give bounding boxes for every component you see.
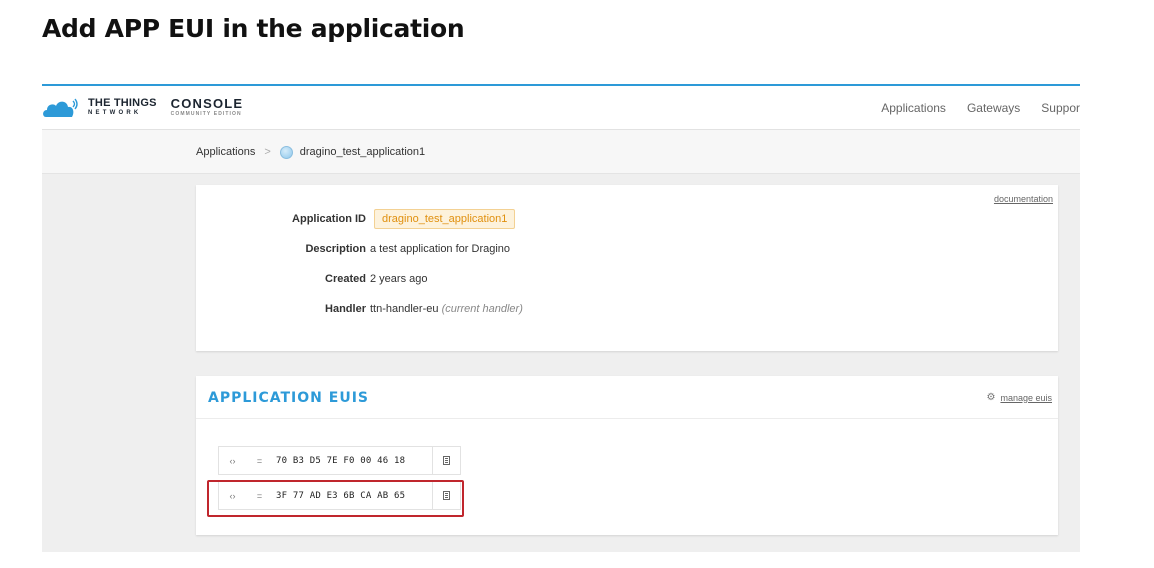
cloud-icon (42, 95, 80, 119)
console-screenshot: THE THINGS NETWORK CONSOLE COMMUNITY EDI… (42, 84, 1080, 552)
format-icon[interactable]: = (246, 482, 273, 509)
info-row-created: Created 2 years ago (196, 268, 427, 290)
console-main-text: CONSOLE (170, 96, 244, 111)
breadcrumb-bar: Applications > dragino_test_application1 (42, 130, 1080, 174)
created-label: Created (325, 273, 366, 285)
breadcrumb-separator: > (264, 146, 271, 158)
manage-euis-label: manage euis (1000, 392, 1052, 403)
logo-wordmark: THE THINGS NETWORK (88, 97, 157, 117)
breadcrumb-applications[interactable]: Applications (196, 146, 255, 158)
info-row-handler: Handler ttn-handler-eu (current handler) (196, 298, 523, 320)
document-title: Add APP EUI in the application (42, 14, 465, 43)
application-id-label: Application ID (292, 213, 366, 225)
eui-row: ‹› = 3F 77 AD E3 6B CA AB 65 (218, 481, 461, 510)
navbar: THE THINGS NETWORK CONSOLE COMMUNITY EDI… (42, 86, 1080, 130)
nav-applications[interactable]: Applications (881, 101, 946, 115)
gear-icon: ⚙ (986, 392, 996, 403)
application-euis-card: APPLICATION EUIS ⚙ manage euis ‹› = 70 B… (196, 376, 1058, 535)
info-row-description: Description a test application for Dragi… (196, 238, 510, 260)
copy-button[interactable] (432, 482, 460, 509)
description-label: Description (305, 243, 366, 255)
info-row-application-id: Application ID dragino_test_application1 (196, 208, 516, 230)
toggle-byte-order-icon[interactable]: ‹› (219, 447, 246, 474)
euis-title: APPLICATION EUIS (208, 390, 369, 406)
breadcrumb: Applications > dragino_test_application1 (196, 130, 425, 174)
ttn-logo[interactable]: THE THINGS NETWORK CONSOLE COMMUNITY EDI… (42, 94, 243, 120)
created-value: 2 years ago (370, 273, 428, 285)
console-sub-text: COMMUNITY EDITION (170, 111, 242, 117)
nav-links: Applications Gateways Suppor (881, 86, 1080, 130)
handler-note: (current handler) (441, 303, 523, 315)
application-overview-card: documentation Application ID dragino_tes… (196, 185, 1058, 351)
handler-value: ttn-handler-eu (current handler) (370, 303, 523, 315)
toggle-byte-order-icon[interactable]: ‹› (219, 482, 246, 509)
clipboard-icon (443, 456, 450, 465)
eui-value: 70 B3 D5 7E F0 00 46 18 (276, 455, 406, 466)
breadcrumb-current-app[interactable]: dragino_test_application1 (300, 146, 425, 158)
handler-name: ttn-handler-eu (370, 303, 439, 315)
eui-row: ‹› = 70 B3 D5 7E F0 00 46 18 (218, 446, 461, 475)
logo-main-text: THE THINGS (88, 97, 157, 109)
manage-euis-link[interactable]: ⚙ manage euis (986, 392, 1052, 403)
copy-button[interactable] (432, 447, 460, 474)
application-id-badge: dragino_test_application1 (374, 209, 516, 229)
application-icon (279, 145, 293, 159)
logo-sub-text: NETWORK (88, 110, 142, 116)
eui-value: 3F 77 AD E3 6B CA AB 65 (276, 490, 406, 501)
documentation-link[interactable]: documentation (994, 194, 1053, 204)
format-icon[interactable]: = (246, 447, 273, 474)
clipboard-icon (443, 491, 450, 500)
console-wordmark: CONSOLE COMMUNITY EDITION (171, 97, 244, 117)
description-value: a test application for Dragino (370, 243, 511, 255)
nav-gateways[interactable]: Gateways (967, 101, 1020, 115)
handler-label: Handler (325, 303, 366, 315)
nav-support[interactable]: Suppor (1041, 101, 1080, 115)
euis-header: APPLICATION EUIS ⚙ manage euis (196, 376, 1058, 419)
